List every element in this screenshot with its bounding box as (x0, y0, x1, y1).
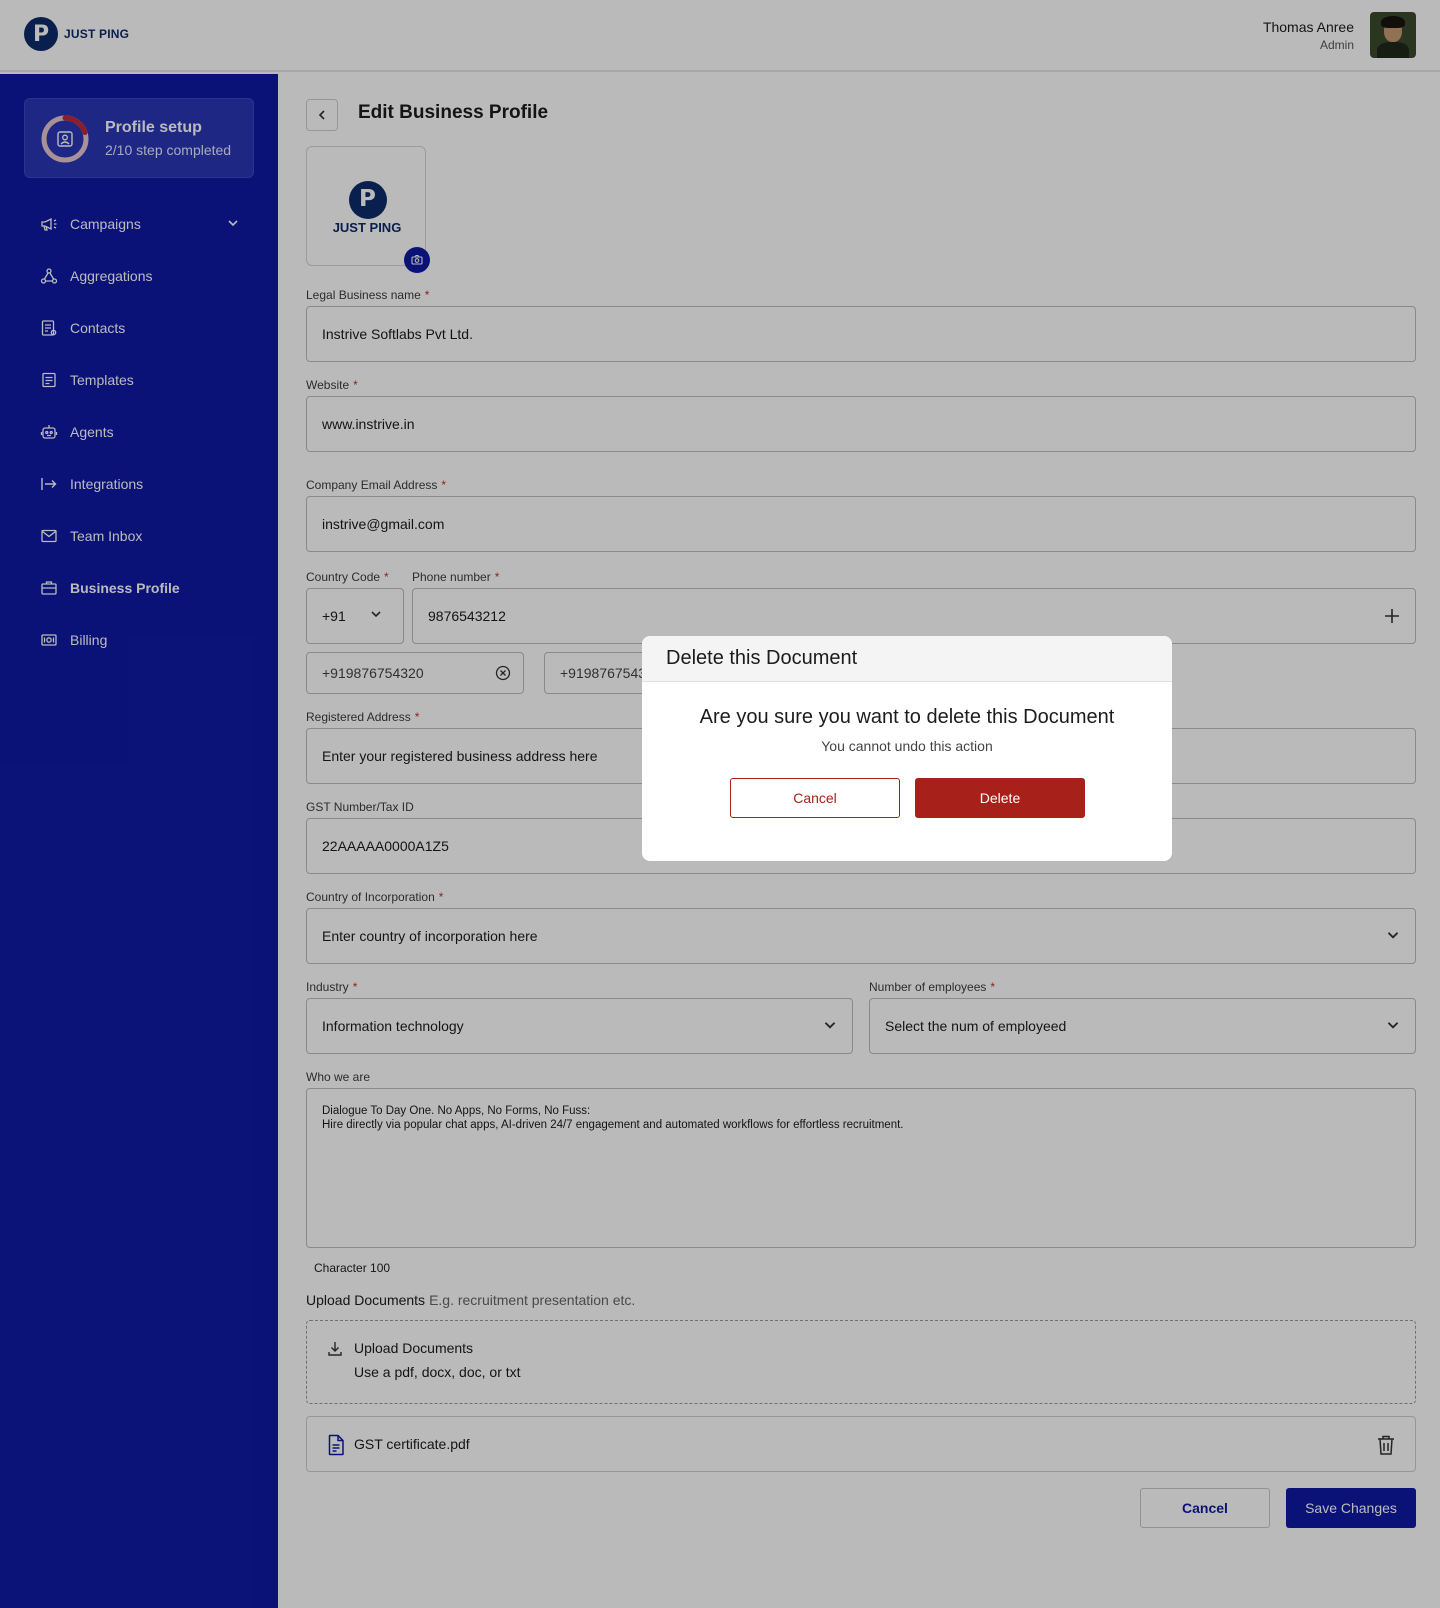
dialog-cancel-button[interactable]: Cancel (730, 778, 900, 818)
delete-document-dialog: Delete this Document Are you sure you wa… (642, 636, 1172, 861)
dialog-delete-button[interactable]: Delete (915, 778, 1085, 818)
dialog-subtitle: You cannot undo this action (821, 738, 993, 754)
dialog-title: Delete this Document (642, 636, 1172, 682)
dialog-question: Are you sure you want to delete this Doc… (699, 706, 1115, 728)
